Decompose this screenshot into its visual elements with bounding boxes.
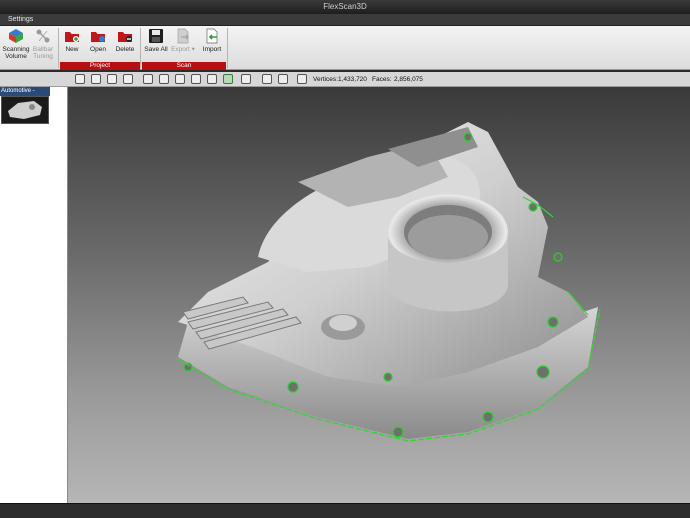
title-bar: FlexScan3D xyxy=(0,0,690,14)
project-group-label: Project xyxy=(60,62,140,70)
vertices-value: 1,433,720 xyxy=(338,76,367,83)
delete-folder-icon xyxy=(118,32,132,42)
window-title: FlexScan3D xyxy=(323,2,367,11)
scanning-volume-label: Scanning Volume xyxy=(2,46,30,60)
scan-thumbnail[interactable] xyxy=(1,96,49,124)
save-all-label: Save All xyxy=(144,46,168,53)
scanning-volume-button[interactable]: Scanning Volume xyxy=(2,28,30,60)
ribbon: Scanning Volume Ballbar Tuning New Open … xyxy=(0,26,690,70)
new-button[interactable]: New xyxy=(62,28,82,60)
ribbon-separator xyxy=(140,28,141,68)
light-icon[interactable] xyxy=(143,74,153,84)
view-sphere-icon[interactable] xyxy=(107,74,117,84)
texture-icon[interactable] xyxy=(175,74,185,84)
play-icon[interactable] xyxy=(262,74,272,84)
delete-button[interactable]: Delete xyxy=(114,28,136,60)
menu-bar: Settings xyxy=(0,14,690,26)
import-icon xyxy=(206,28,218,44)
select-icon[interactable] xyxy=(223,74,233,84)
status-bar xyxy=(0,503,690,518)
delete-label: Delete xyxy=(115,46,135,53)
export-icon xyxy=(177,28,189,44)
import-button[interactable]: Import xyxy=(200,28,224,60)
target-icon[interactable] xyxy=(241,74,251,84)
scanned-mesh xyxy=(177,122,601,442)
move-icon[interactable] xyxy=(297,74,307,84)
ribbon-separator xyxy=(227,28,228,68)
view-shaded-icon[interactable] xyxy=(123,74,133,84)
view-toolbar: Vertices: 1,433,720 Faces: 2,856,075 xyxy=(0,72,690,87)
stop-icon[interactable] xyxy=(278,74,288,84)
faces-label: Faces: xyxy=(372,76,392,83)
save-all-button[interactable]: Save All xyxy=(144,28,168,60)
import-label: Import xyxy=(202,46,222,53)
view-front-icon[interactable] xyxy=(91,74,101,84)
ballbar-icon xyxy=(36,29,50,43)
cube-icon xyxy=(9,29,23,43)
rotate-icon[interactable] xyxy=(207,74,217,84)
save-icon xyxy=(149,29,163,43)
menu-settings[interactable]: Settings xyxy=(8,14,33,26)
export-label: Export ▾ xyxy=(171,46,195,53)
ballbar-tuning-button[interactable]: Ballbar Tuning xyxy=(30,28,56,60)
open-folder-icon xyxy=(91,32,105,42)
export-button[interactable]: Export ▾ xyxy=(170,28,196,60)
vertices-label: Vertices: xyxy=(313,76,338,83)
scan-group-label: Scan xyxy=(142,62,226,70)
3d-viewport[interactable] xyxy=(68,87,690,503)
camera-icon[interactable] xyxy=(75,74,85,84)
open-button[interactable]: Open xyxy=(88,28,108,60)
ballbar-tuning-label: Ballbar Tuning xyxy=(32,46,54,60)
scan-item-label[interactable]: Automotive - FS3D xyxy=(0,87,50,103)
new-label: New xyxy=(65,46,79,53)
open-label: Open xyxy=(90,46,106,53)
scan-list-sidebar: Automotive - FS3D xyxy=(0,87,68,503)
grid-icon[interactable] xyxy=(159,74,169,84)
box-icon[interactable] xyxy=(191,74,201,84)
ribbon-separator xyxy=(58,28,59,68)
faces-value: 2,856,075 xyxy=(394,76,423,83)
new-folder-icon xyxy=(65,32,79,42)
